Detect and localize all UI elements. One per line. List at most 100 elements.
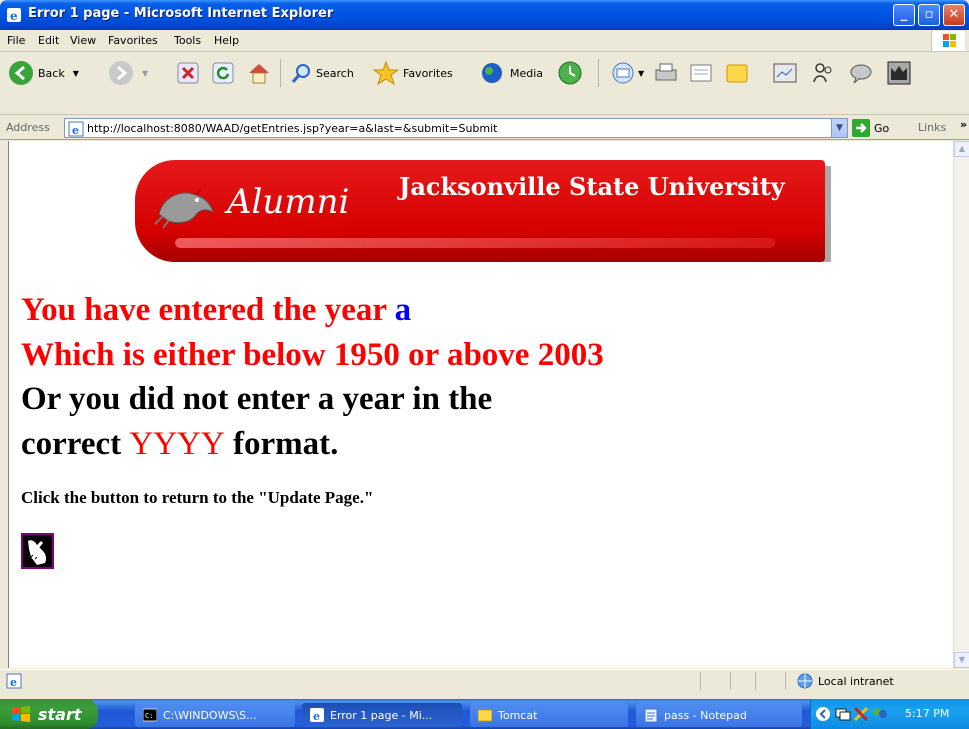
window-title: Error 1 page - Microsoft Internet Explor… <box>28 6 334 21</box>
forward-arrow-icon <box>109 61 133 85</box>
task-label: pass - Notepad <box>664 708 747 722</box>
scroll-down-icon[interactable]: ▼ <box>954 652 969 668</box>
ie-window: e Error 1 page - Microsoft Internet Expl… <box>0 0 969 729</box>
chevron-down-icon[interactable]: ▼ <box>638 69 644 78</box>
clock[interactable]: 5:17 PM <box>905 707 949 720</box>
home-button[interactable] <box>246 58 272 88</box>
start-button[interactable]: start <box>0 699 98 729</box>
star-icon <box>373 60 399 86</box>
mail-icon <box>612 62 634 84</box>
favorites-button[interactable]: Favorites <box>373 58 453 88</box>
search-icon <box>291 64 310 83</box>
task-tomcat[interactable]: Tomcat <box>470 703 628 727</box>
address-input[interactable]: e http://localhost:8080/WAAD/getEntries.… <box>64 118 848 138</box>
maximize-button[interactable]: ▫ <box>918 4 940 26</box>
refresh-icon <box>212 62 234 84</box>
standard-toolbar: Back ▼ ▼ Search Favorites Media ▼ <box>0 53 969 115</box>
menu-help[interactable]: Help <box>214 34 239 47</box>
task-label: Error 1 page - Mi... <box>330 708 433 722</box>
messenger-button[interactable] <box>772 58 798 88</box>
notepad-icon <box>644 708 658 722</box>
forward-button[interactable]: ▼ <box>108 58 148 88</box>
chevron-right-icon[interactable]: » <box>960 118 967 131</box>
media-icon <box>482 63 502 83</box>
chevron-down-icon[interactable]: ▼ <box>73 69 79 78</box>
menu-tools[interactable]: Tools <box>174 34 201 47</box>
back-button[interactable]: Back ▼ <box>8 58 79 88</box>
task-cmd[interactable]: C: C:\WINDOWS\S... <box>135 703 295 727</box>
go-button[interactable]: Go <box>852 119 889 137</box>
security-zone[interactable]: Local intranet <box>796 673 894 689</box>
menu-edit[interactable]: Edit <box>38 34 59 47</box>
back-label: Back <box>38 66 65 80</box>
taskbar: start C: C:\WINDOWS\S... e Error 1 page … <box>0 699 969 729</box>
windows-flag-icon <box>12 706 30 722</box>
edit-button[interactable] <box>688 58 714 88</box>
print-button[interactable] <box>653 58 679 88</box>
research-button[interactable] <box>810 58 836 88</box>
windows-logo-icon <box>931 31 965 51</box>
tools-icon[interactable] <box>853 706 869 722</box>
people-icon <box>813 63 832 83</box>
page-icon: e <box>68 121 84 137</box>
intranet-globe-icon <box>797 673 813 689</box>
home-icon <box>249 64 269 84</box>
svg-text:C:: C: <box>145 712 153 720</box>
task-notepad[interactable]: pass - Notepad <box>636 703 802 727</box>
menu-bar: File Edit View Favorites Tools Help <box>0 30 969 52</box>
error-line-2: Which is either below 1950 or above 2003 <box>21 337 604 373</box>
network-icon[interactable] <box>835 706 851 722</box>
toolbar-separator <box>598 59 599 87</box>
minimize-button[interactable]: _ <box>893 4 915 26</box>
menu-file[interactable]: File <box>7 34 25 47</box>
title-bar[interactable]: e Error 1 page - Microsoft Internet Expl… <box>0 0 969 30</box>
print-icon <box>655 63 677 81</box>
banner-shine <box>175 238 775 248</box>
status-cell <box>755 672 785 690</box>
page-content: Alumni Jacksonville State University You… <box>8 141 953 668</box>
address-label: Address <box>6 121 50 134</box>
error-line-4-prefix: correct <box>21 426 122 462</box>
go-label: Go <box>874 121 890 135</box>
tray-arrow-icon[interactable] <box>815 706 831 722</box>
entered-year-value: a <box>394 292 412 328</box>
status-cell <box>730 672 755 690</box>
start-label: start <box>38 704 82 724</box>
error-line-4-suffix: format. <box>232 426 339 462</box>
links-label[interactable]: Links <box>918 121 946 134</box>
return-button[interactable] <box>21 533 54 569</box>
status-bar: e Local intranet <box>0 669 969 692</box>
mail-button[interactable]: ▼ <box>610 58 644 88</box>
menu-favorites[interactable]: Favorites <box>108 34 158 47</box>
toolbar-separator <box>280 59 281 87</box>
chat-button[interactable] <box>848 58 874 88</box>
search-button[interactable]: Search <box>290 58 354 88</box>
history-button[interactable] <box>557 58 583 88</box>
stop-button[interactable] <box>177 58 199 88</box>
alumni-banner: Alumni Jacksonville State University <box>135 160 831 262</box>
msn-icon[interactable] <box>871 706 889 722</box>
extra-button[interactable] <box>886 58 912 88</box>
folder-icon <box>478 709 492 722</box>
history-icon <box>558 61 582 85</box>
chevron-down-icon[interactable]: ▼ <box>831 119 847 137</box>
vertical-scrollbar[interactable]: ▲ ▼ <box>953 141 969 668</box>
refresh-button[interactable] <box>212 58 234 88</box>
page-icon: e <box>6 673 22 689</box>
svg-text:e: e <box>313 710 320 722</box>
window-icon <box>773 63 797 83</box>
pointing-hand-icon <box>28 540 47 565</box>
error-line-4: correct YYYY format. <box>21 426 338 463</box>
svg-text:e: e <box>10 676 17 689</box>
chevron-down-icon[interactable]: ▼ <box>142 69 148 78</box>
media-button[interactable]: Media <box>480 58 543 88</box>
gamecock-logo-icon <box>154 188 214 228</box>
menu-view[interactable]: View <box>70 34 96 47</box>
castle-icon <box>887 61 911 85</box>
discuss-button[interactable] <box>724 58 750 88</box>
scroll-up-icon[interactable]: ▲ <box>954 141 969 157</box>
address-bar: Address e http://localhost:8080/WAAD/get… <box>0 116 969 140</box>
edit-icon <box>690 64 712 82</box>
close-button[interactable]: ✕ <box>943 4 965 26</box>
task-ie[interactable]: e Error 1 page - Mi... <box>302 703 462 727</box>
